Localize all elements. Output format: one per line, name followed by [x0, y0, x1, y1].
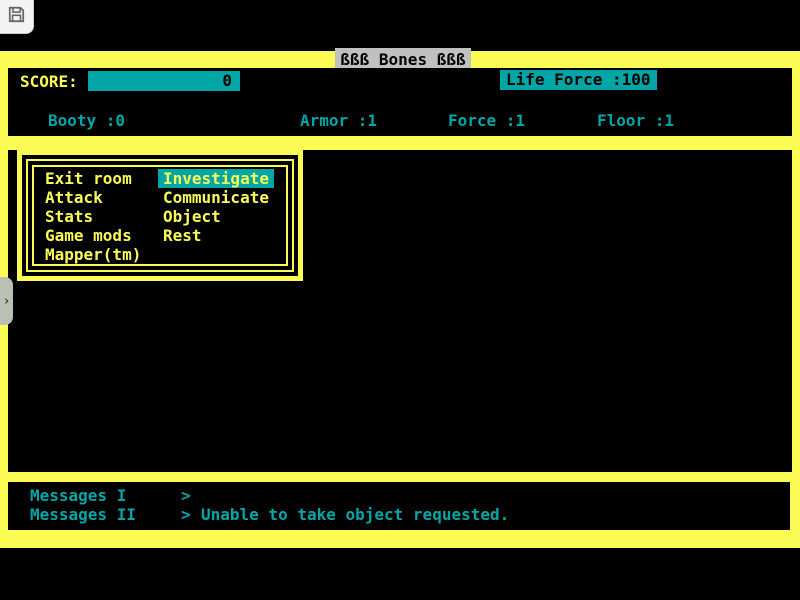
main-panel: Exit room Attack Stats Game mods Mapper(… — [8, 150, 792, 472]
menu-content: Exit room Attack Stats Game mods Mapper(… — [40, 169, 286, 264]
menu-item-exit-room[interactable]: Exit room — [40, 169, 146, 188]
message-1-prompt: > — [181, 486, 191, 505]
menu-item-attack[interactable]: Attack — [40, 188, 146, 207]
chevron-right-icon: › — [3, 295, 11, 308]
menu-item-rest[interactable]: Rest — [158, 226, 274, 245]
message-2-prompt: > — [181, 505, 191, 524]
score-bar: 0 — [88, 71, 240, 91]
stat-armor: Armor :1 — [300, 112, 377, 130]
floppy-disk-icon — [7, 5, 26, 28]
message-line-2: Messages II > Unable to take object requ… — [8, 505, 790, 524]
menu-item-communicate[interactable]: Communicate — [158, 188, 274, 207]
stats-panel: SCORE: 0 Life Force :100 Booty :0 Armor … — [8, 68, 792, 136]
save-button[interactable] — [0, 0, 34, 34]
game-screen: ßßß Bones ßßß SCORE: 0 Life Force :100 B… — [0, 0, 800, 600]
message-2-text: Unable to take object requested. — [201, 505, 509, 524]
messages-panel: Messages I > Messages II > Unable to tak… — [8, 482, 790, 530]
menu-item-game-mods[interactable]: Game mods — [40, 226, 146, 245]
menu-item-investigate[interactable]: Investigate — [158, 169, 274, 188]
message-1-label: Messages I — [30, 486, 126, 505]
menu-item-mapper[interactable]: Mapper(tm) — [40, 245, 146, 264]
stat-floor: Floor :1 — [597, 112, 674, 130]
stat-booty: Booty :0 — [48, 112, 125, 130]
menu-item-stats[interactable]: Stats — [40, 207, 146, 226]
menu-window-border: Exit room Attack Stats Game mods Mapper(… — [26, 159, 294, 272]
stat-force: Force :1 — [448, 112, 525, 130]
menu-column-left: Exit room Attack Stats Game mods Mapper(… — [40, 169, 146, 264]
menu-column-right: Investigate Communicate Object Rest — [158, 169, 274, 245]
message-line-1: Messages I > — [8, 486, 790, 505]
message-2-label: Messages II — [30, 505, 136, 524]
menu-window: Exit room Attack Stats Game mods Mapper(… — [17, 150, 303, 281]
score-label: SCORE: — [20, 72, 78, 92]
menu-item-object[interactable]: Object — [158, 207, 274, 226]
sidebar-expand-handle[interactable]: › — [0, 277, 13, 325]
life-force-badge: Life Force :100 — [500, 70, 657, 90]
menu-window-inner-border: Exit room Attack Stats Game mods Mapper(… — [32, 165, 288, 266]
